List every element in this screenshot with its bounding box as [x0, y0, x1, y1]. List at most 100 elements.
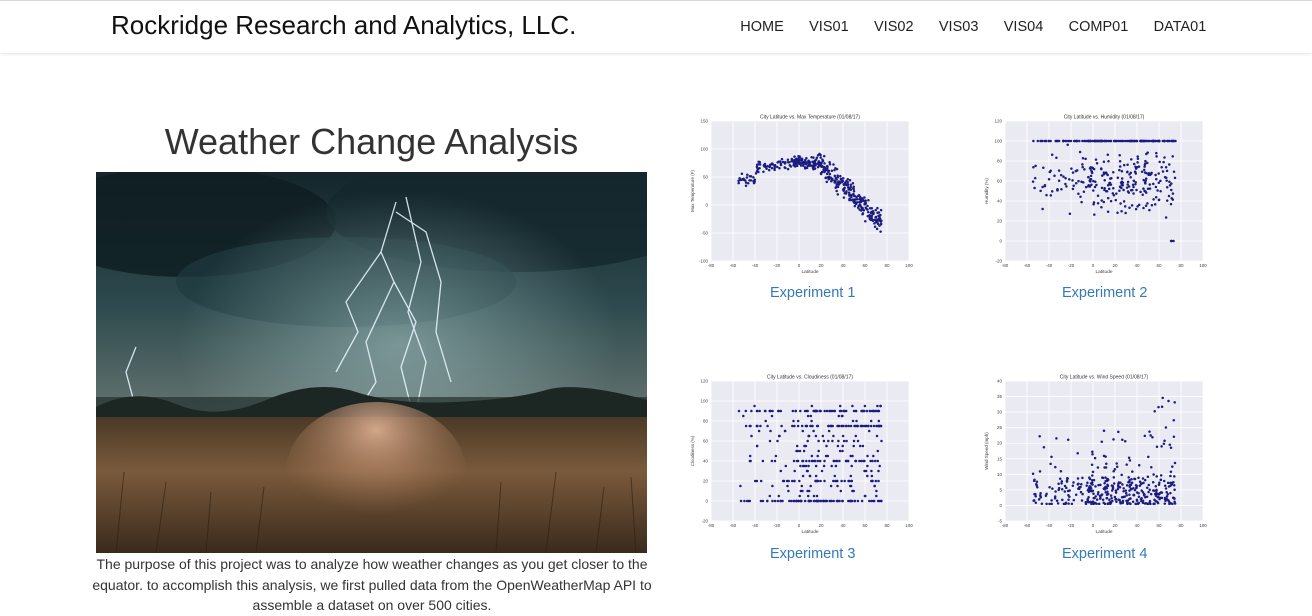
data-point	[826, 454, 830, 458]
nav-link-vis01[interactable]: VIS01	[809, 19, 849, 35]
data-point	[1169, 474, 1172, 478]
nav-link-home[interactable]: HOME	[740, 19, 784, 35]
data-point	[851, 454, 854, 458]
nav-item-comp01: COMP01	[1056, 1, 1141, 53]
data-point	[1115, 192, 1118, 195]
data-point	[1102, 501, 1105, 504]
data-point	[1098, 497, 1102, 500]
data-point	[1165, 495, 1169, 498]
data-point	[1051, 487, 1054, 490]
scatter-plot-svg: -80 -60 -40 -20 0 20 40 60 80 100 -20 0 20 40 60 80 100 1…	[984, 115, 1207, 276]
experiment-1-link[interactable]: Experiment 1	[770, 285, 855, 301]
project-description: The purpose of this project was to analy…	[92, 556, 652, 613]
nav-link-vis04[interactable]: VIS04	[1004, 19, 1044, 35]
data-point	[1117, 430, 1120, 434]
y-tick-label: 150	[700, 119, 708, 124]
data-point	[879, 213, 882, 217]
chart-latitude-vs-max-temperature[interactable]: -80 -60 -40 -20 0 20 40 60 80 100 -100 -50 0 50 100 150…	[689, 114, 919, 276]
data-point	[798, 449, 802, 453]
experiment-2-link[interactable]: Experiment 2	[1062, 285, 1147, 301]
data-point	[1072, 184, 1075, 187]
data-point	[805, 459, 808, 463]
data-point	[744, 184, 748, 187]
experiment-3-link[interactable]: Experiment 3	[770, 546, 855, 562]
data-point	[768, 165, 771, 169]
nav-link-vis02[interactable]: VIS02	[874, 19, 914, 35]
data-point	[755, 409, 759, 413]
data-point	[871, 499, 875, 503]
brand-title[interactable]: Rockridge Research and Analytics, LLC.	[111, 10, 576, 41]
data-point	[841, 499, 844, 503]
nav-link-data01[interactable]: DATA01	[1154, 19, 1207, 35]
data-point	[836, 444, 840, 448]
data-point	[1120, 209, 1123, 213]
y-tick-label: 50	[703, 175, 709, 180]
data-point	[1091, 450, 1094, 454]
data-point	[1118, 185, 1122, 189]
x-tick-label: -60	[730, 263, 737, 268]
chart-latitude-vs-humidity[interactable]: -80 -60 -40 -20 0 20 40 60 80 100 -20 0 20 40 60 80 100 1…	[983, 114, 1213, 276]
data-point	[839, 489, 843, 493]
data-point	[822, 439, 826, 443]
data-point	[809, 424, 812, 428]
nav-link-vis03[interactable]: VIS03	[939, 19, 979, 35]
data-point	[1032, 499, 1036, 502]
data-point	[1092, 167, 1096, 171]
data-point	[818, 409, 822, 413]
data-point	[1148, 183, 1152, 186]
data-point	[835, 189, 838, 193]
nav-link-comp01[interactable]: COMP01	[1069, 19, 1129, 35]
data-point	[755, 163, 759, 167]
data-point	[807, 464, 810, 468]
data-point	[1124, 491, 1128, 495]
data-point	[1093, 139, 1096, 143]
data-point	[1163, 502, 1167, 505]
data-point	[840, 479, 843, 483]
nav-item-vis02: VIS02	[861, 1, 926, 53]
data-point	[1140, 170, 1144, 174]
data-point	[755, 444, 759, 448]
data-point	[846, 183, 850, 187]
chart-latitude-vs-wind-speed[interactable]: -80 -60 -40 -20 0 20 40 60 80 100 -5 0 5 10 15 20 25 30 35…	[983, 374, 1213, 536]
data-point	[1159, 478, 1162, 481]
data-point	[1118, 486, 1122, 489]
chart-latitude-vs-cloudiness[interactable]: -80 -60 -40 -20 0 20 40 60 80 100 -20 0 20 40 60 80 100 1…	[689, 374, 919, 536]
data-point	[786, 160, 790, 164]
data-point	[1064, 177, 1067, 180]
data-point	[843, 479, 846, 483]
data-point	[1102, 200, 1106, 204]
data-point	[791, 409, 795, 413]
experiment-4-link[interactable]: Experiment 4	[1062, 546, 1147, 562]
data-point	[854, 424, 857, 428]
y-axis-label: Wind Speed (mph)	[984, 432, 989, 470]
y-tick-label: 40	[997, 379, 1003, 384]
data-point	[1040, 502, 1044, 506]
data-point	[1097, 502, 1101, 506]
data-point	[795, 444, 799, 448]
data-point	[1055, 437, 1058, 440]
data-point	[810, 404, 814, 408]
data-point	[834, 186, 837, 189]
data-point	[1122, 487, 1125, 490]
data-point	[801, 489, 804, 493]
data-point	[1155, 475, 1158, 478]
data-point	[1128, 489, 1131, 492]
data-point	[1137, 495, 1141, 499]
data-point	[848, 179, 852, 182]
data-point	[849, 424, 853, 428]
data-point	[1154, 494, 1158, 498]
data-point	[1151, 481, 1155, 484]
data-point	[1144, 204, 1148, 208]
data-point	[1159, 190, 1162, 193]
data-point	[758, 409, 761, 413]
data-point	[1042, 166, 1045, 170]
data-point	[1135, 188, 1138, 192]
data-point	[1167, 194, 1171, 198]
data-point	[832, 434, 835, 438]
data-point	[1039, 139, 1043, 143]
data-point	[1057, 482, 1060, 485]
data-point	[1043, 183, 1047, 187]
data-point	[806, 439, 809, 443]
data-point	[757, 429, 761, 433]
data-point	[1066, 139, 1070, 143]
